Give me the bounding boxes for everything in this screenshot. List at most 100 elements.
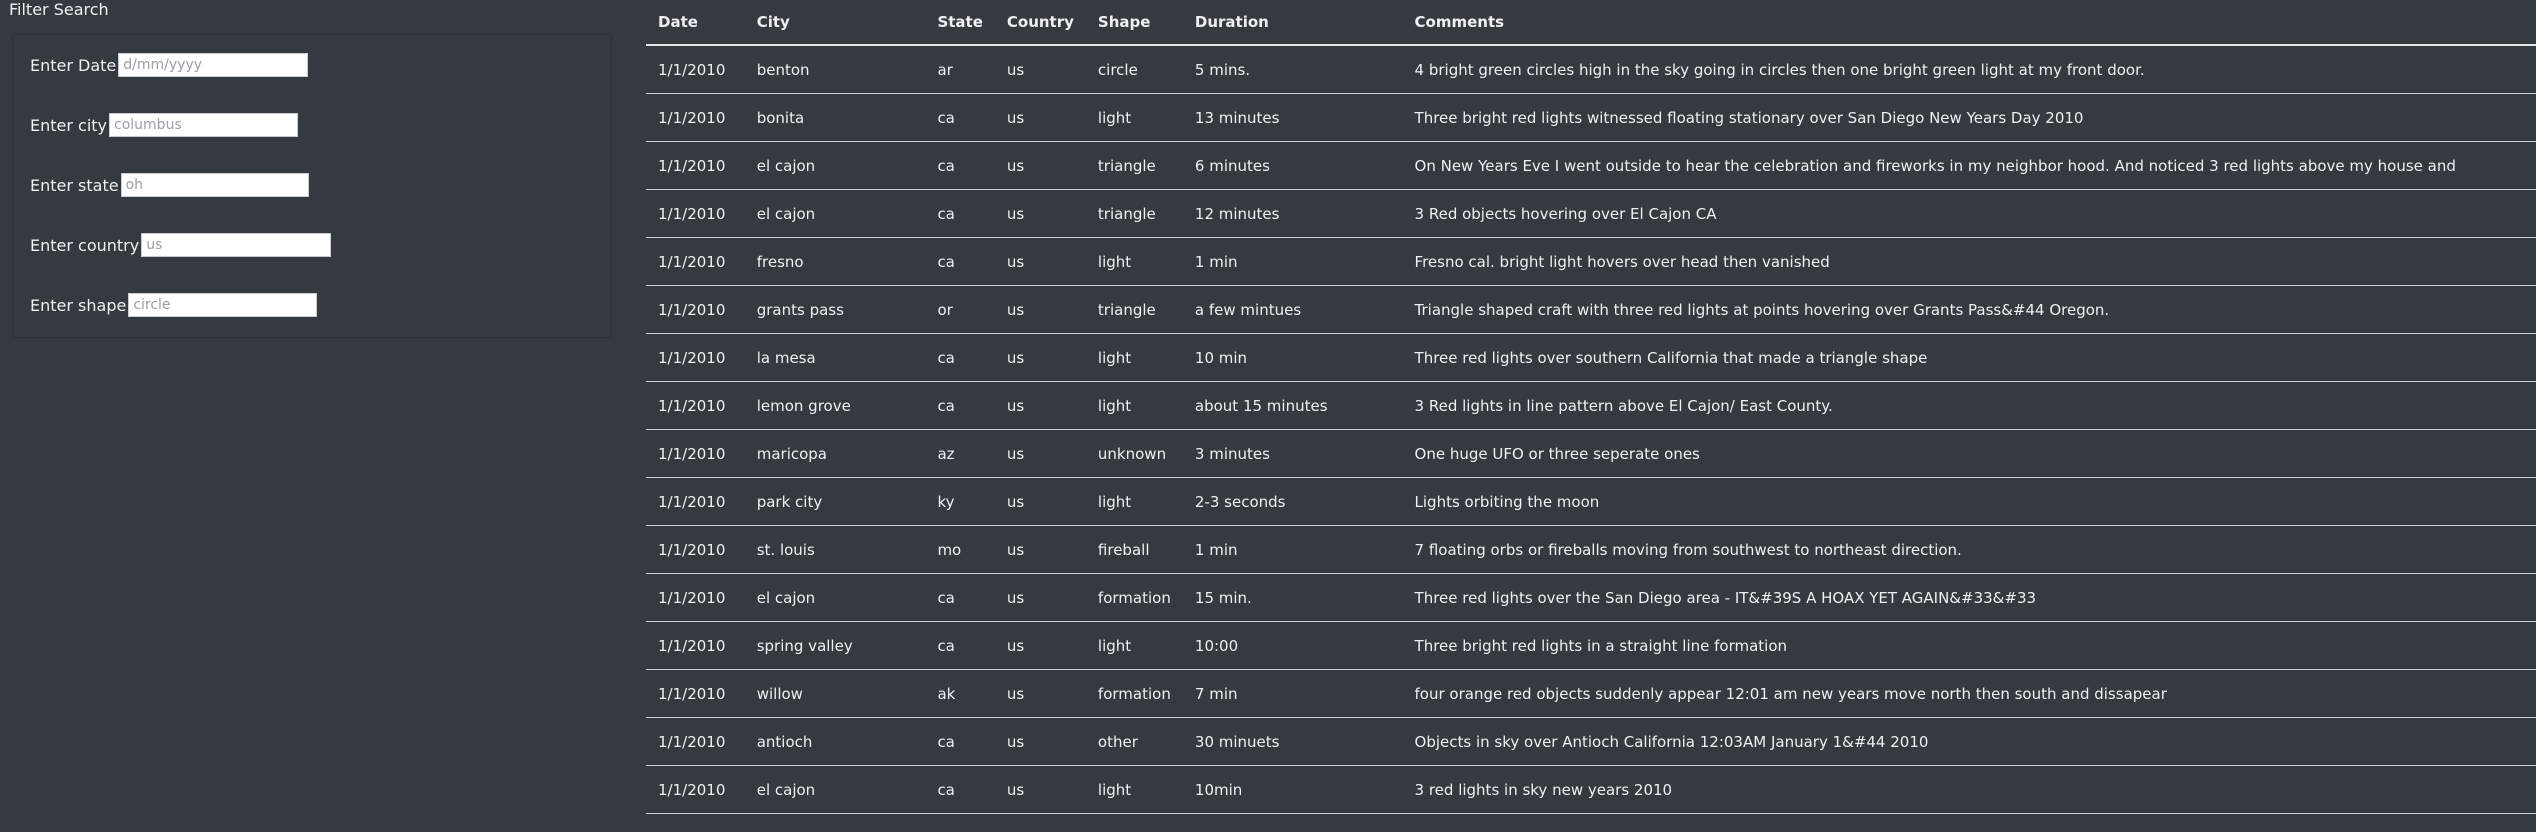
state-cell: mo (925, 525, 995, 574)
country-filter-label: Enter country (30, 235, 140, 255)
table-row: 1/1/2010 maricopa az us unknown 3 minutes One … (646, 429, 2536, 478)
date-cell: 1/1/2010 (646, 429, 745, 478)
column-header-city: City (744, 0, 926, 46)
shape-cell: light (1085, 237, 1183, 286)
page: Filter Search Enter Date Enter city Ente… (0, 0, 2536, 832)
column-header-country: Country (994, 0, 1086, 46)
country-cell: us (994, 573, 1086, 622)
date-cell: 1/1/2010 (646, 189, 745, 238)
shape-filter-input[interactable] (128, 293, 318, 317)
state-cell: ca (925, 333, 995, 382)
city-cell: benton (744, 45, 926, 94)
state-cell: ca (925, 93, 995, 142)
state-cell: ca (925, 765, 995, 814)
table-row: 1/1/2010 spring valley ca us light 10:00 Three… (646, 621, 2536, 670)
date-cell: 1/1/2010 (646, 477, 745, 526)
table-header-row: Date City State Country Shape Duration C… (646, 0, 2536, 46)
comments-cell: Three red lights over southern Californi… (1402, 333, 2536, 382)
comments-cell: Lights orbiting the moon (1402, 477, 2536, 526)
country-filter-row: Enter country (30, 231, 332, 259)
state-cell: ca (925, 189, 995, 238)
state-filter-row: Enter state (30, 171, 309, 199)
city-cell: el cajon (744, 189, 926, 238)
city-cell: park city (744, 477, 926, 526)
date-filter-row: Enter Date (30, 51, 309, 79)
comments-cell: Objects in sky over Antioch California 1… (1402, 717, 2536, 766)
comments-cell: four orange red objects suddenly appear … (1402, 669, 2536, 718)
city-cell: fresno (744, 237, 926, 286)
state-cell: ky (925, 477, 995, 526)
city-cell: bonita (744, 93, 926, 142)
duration-cell: a few mintues (1182, 285, 1403, 334)
shape-cell: light (1085, 765, 1183, 814)
shape-cell: unknown (1085, 429, 1183, 478)
country-cell: us (994, 45, 1086, 94)
shape-cell: light (1085, 333, 1183, 382)
column-header-comments: Comments (1402, 0, 2536, 46)
state-cell: ca (925, 141, 995, 190)
country-cell: us (994, 237, 1086, 286)
duration-cell: 13 minutes (1182, 93, 1403, 142)
country-cell: us (994, 93, 1086, 142)
shape-cell: light (1085, 381, 1183, 430)
shape-cell: triangle (1085, 189, 1183, 238)
state-filter-input[interactable] (120, 173, 309, 197)
comments-cell: Triangle shaped craft with three red lig… (1402, 285, 2536, 334)
city-cell: st. louis (744, 525, 926, 574)
date-cell: 1/1/2010 (646, 93, 745, 142)
city-filter-input[interactable] (109, 113, 299, 137)
state-cell: ca (925, 621, 995, 670)
comments-cell: Three red lights over the San Diego area… (1402, 573, 2536, 622)
table-row: 1/1/2010 el cajon ca us formation 15 min. Thre… (646, 573, 2536, 622)
duration-cell: 6 minutes (1182, 141, 1403, 190)
duration-cell: 10:00 (1182, 621, 1403, 670)
city-cell: maricopa (744, 429, 926, 478)
table-row: 1/1/2010 el cajon ca us light 10min 3 red ligh… (646, 765, 2536, 814)
comments-cell: 3 Red objects hovering over El Cajon CA (1402, 189, 2536, 238)
shape-cell: other (1085, 717, 1183, 766)
state-cell: az (925, 429, 995, 478)
shape-cell: triangle (1085, 141, 1183, 190)
table-row: 1/1/2010 st. louis mo us fireball 1 min 7 floa… (646, 525, 2536, 574)
country-filter-input[interactable] (141, 233, 332, 257)
duration-cell: 5 mins. (1182, 45, 1403, 94)
city-cell: la mesa (744, 333, 926, 382)
city-cell: lemon grove (744, 381, 926, 430)
date-cell: 1/1/2010 (646, 381, 745, 430)
country-cell: us (994, 333, 1086, 382)
table-row: 1/1/2010 willow ak us formation 7 min four ora… (646, 669, 2536, 718)
country-cell: us (994, 669, 1086, 718)
shape-cell: triangle (1085, 285, 1183, 334)
shape-cell: formation (1085, 669, 1183, 718)
comments-cell: 4 bright green circles high in the sky g… (1402, 45, 2536, 94)
ufo-sightings-table: Date City State Country Shape Duration C… (646, 0, 2536, 814)
duration-cell: 10 min (1182, 333, 1403, 382)
country-cell: us (994, 621, 1086, 670)
column-header-shape: Shape (1085, 0, 1183, 46)
country-cell: us (994, 765, 1086, 814)
duration-cell: 12 minutes (1182, 189, 1403, 238)
date-filter-input[interactable] (118, 53, 309, 77)
table-row: 1/1/2010 la mesa ca us light 10 min Three red … (646, 333, 2536, 382)
comments-cell: On New Years Eve I went outside to hear … (1402, 141, 2536, 190)
date-cell: 1/1/2010 (646, 525, 745, 574)
city-cell: willow (744, 669, 926, 718)
country-cell: us (994, 285, 1086, 334)
city-cell: grants pass (744, 285, 926, 334)
table-row: 1/1/2010 antioch ca us other 30 minuets Object… (646, 717, 2536, 766)
shape-cell: formation (1085, 573, 1183, 622)
state-filter-label: Enter state (30, 175, 119, 195)
city-cell: spring valley (744, 621, 926, 670)
comments-cell: One huge UFO or three seperate ones (1402, 429, 2536, 478)
table-row: 1/1/2010 park city ky us light 2-3 seconds Lig… (646, 477, 2536, 526)
city-cell: antioch (744, 717, 926, 766)
date-cell: 1/1/2010 (646, 765, 745, 814)
city-filter-label: Enter city (30, 115, 108, 135)
state-cell: ak (925, 669, 995, 718)
date-cell: 1/1/2010 (646, 237, 745, 286)
state-cell: ar (925, 45, 995, 94)
comments-cell: 7 floating orbs or fireballs moving from… (1402, 525, 2536, 574)
date-cell: 1/1/2010 (646, 333, 745, 382)
shape-cell: light (1085, 477, 1183, 526)
table-body: 1/1/2010 benton ar us circle 5 mins. 4 bright … (646, 45, 2536, 814)
